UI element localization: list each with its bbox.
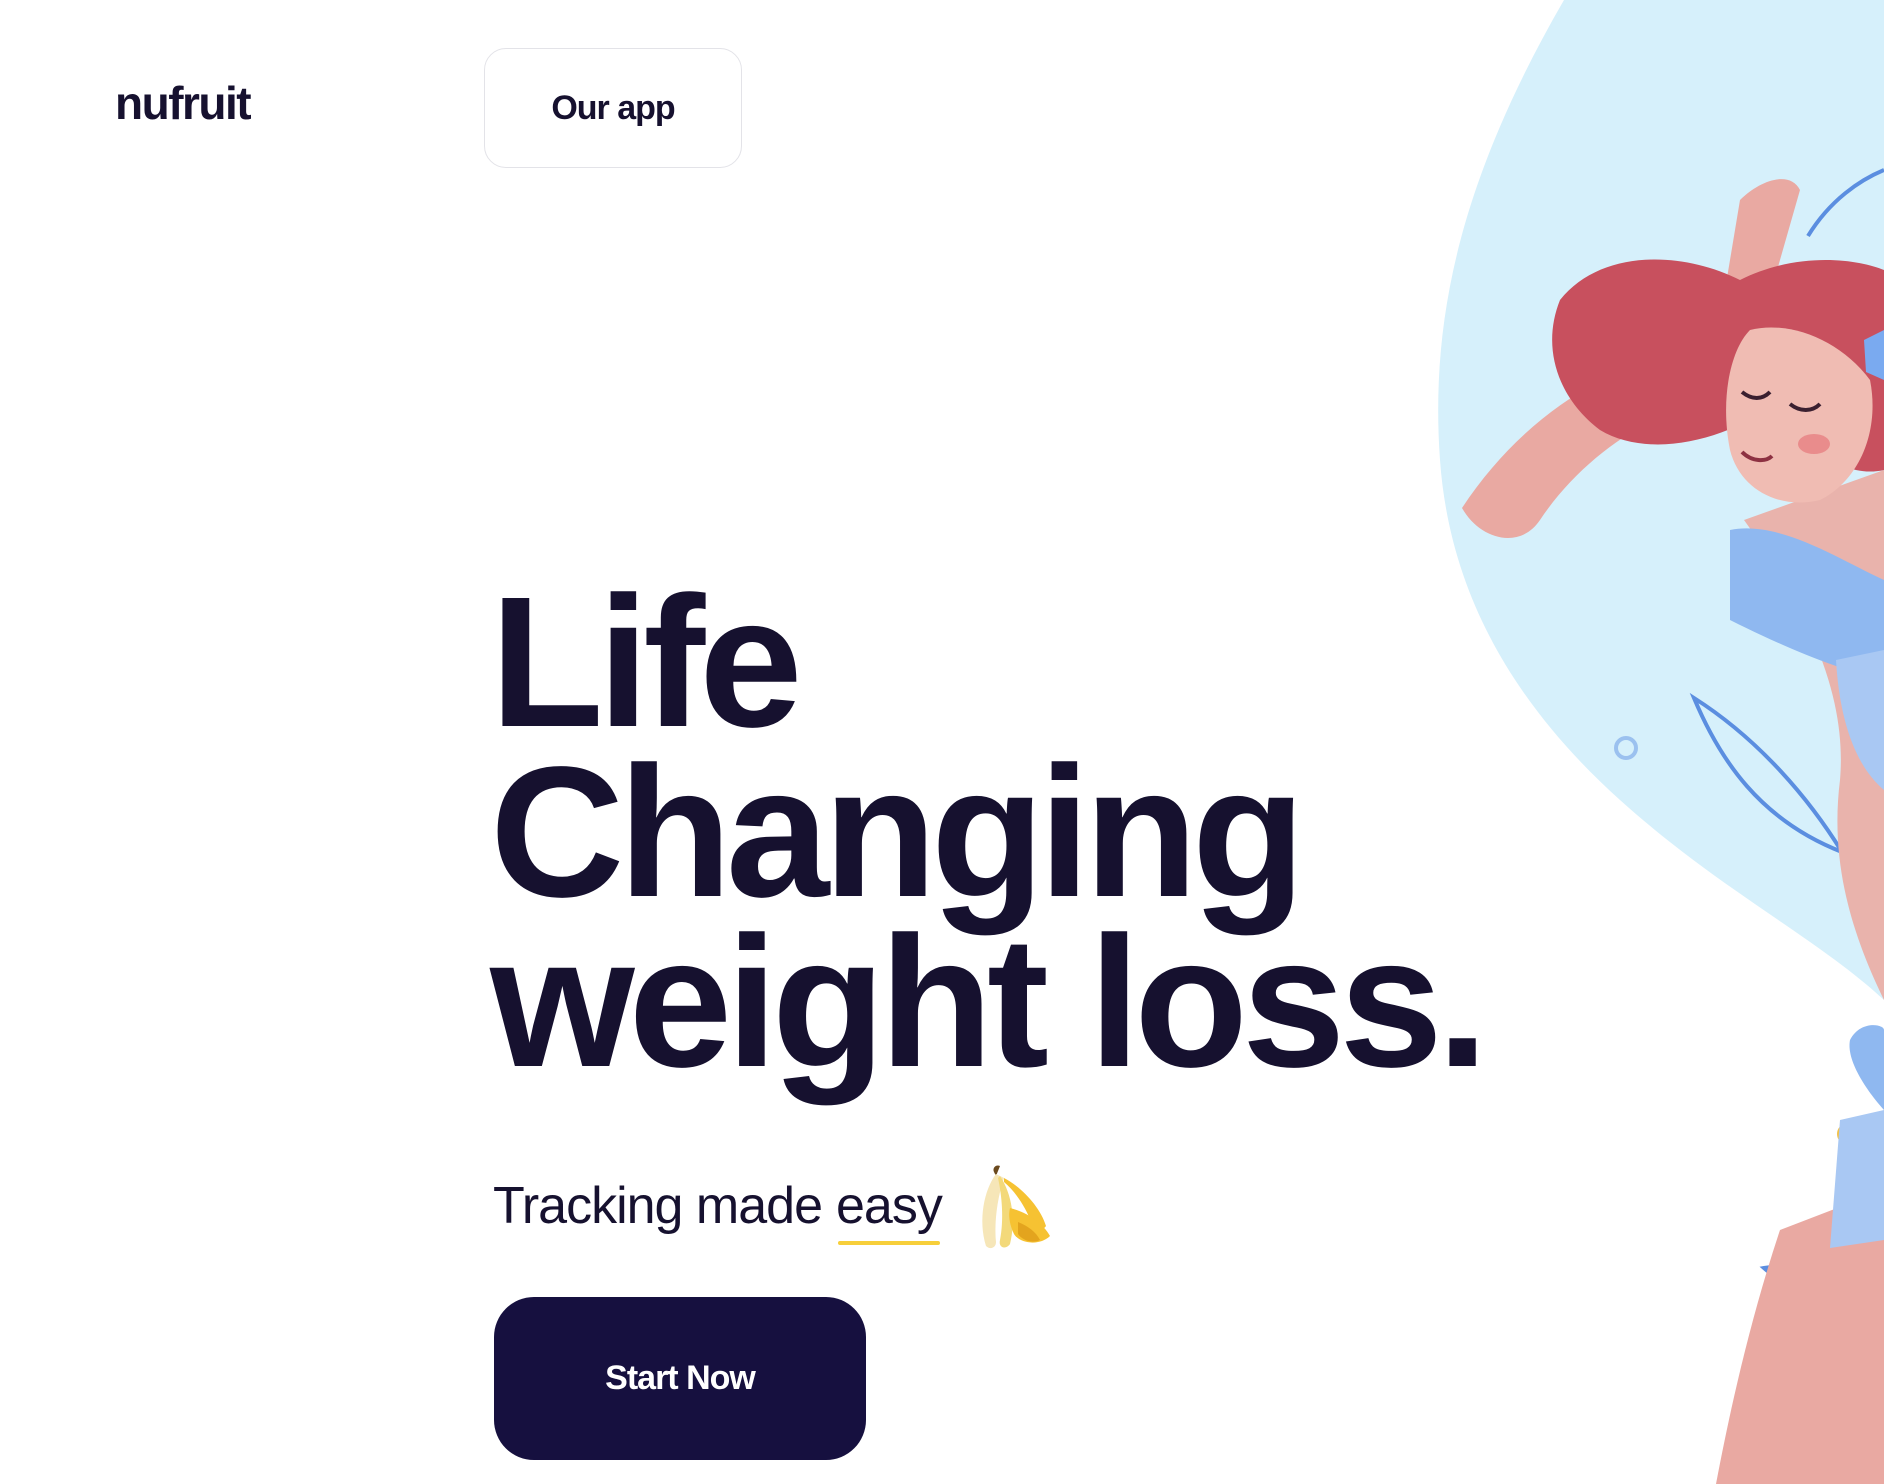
landing-page: nufruit Our app Life Changing weight los… [0,0,1884,1484]
banana-icon [982,1165,1050,1249]
brand-logo[interactable]: nufruit [115,80,252,126]
figure-raised-arm [1720,179,1800,330]
leaf-outline [1759,1264,1884,1323]
figure-skirt [1836,650,1884,790]
tagline-highlight: easy [836,1171,943,1245]
figure-cheek [1798,434,1830,454]
figure-face [1726,327,1873,503]
decor-circle-yellow [1837,1123,1859,1145]
background-blob [1438,0,1884,1000]
figure-eye [1788,402,1822,412]
hero-title-line: Life [490,559,803,766]
figure-arm [1462,350,1700,538]
leaf-yellow [1858,900,1884,940]
figure-torso [1744,470,1884,1000]
figure-top [1730,528,1884,680]
start-now-button[interactable]: Start Now [494,1297,866,1460]
hero-title: Life Changing weight loss. [490,559,1489,1106]
flower-decor [1864,330,1884,380]
hero-tagline: Tracking made easy [493,1160,1054,1252]
stem-line [1806,168,1884,238]
leaf-blue [1849,1025,1884,1110]
our-app-button[interactable]: Our app [484,48,742,168]
hero-title-line: Changing [490,729,1306,936]
figure-hair [1552,259,1884,472]
figure-eye [1740,390,1772,400]
figure-leg [1716,1190,1884,1484]
figure-shorts [1830,1110,1884,1248]
figure-mouth [1740,450,1774,463]
leaf-outline [1689,692,1847,857]
hero-title-line: weight loss. [490,899,1489,1106]
tagline-text: Tracking made [493,1177,823,1235]
decor-circle-blue [1614,736,1638,760]
